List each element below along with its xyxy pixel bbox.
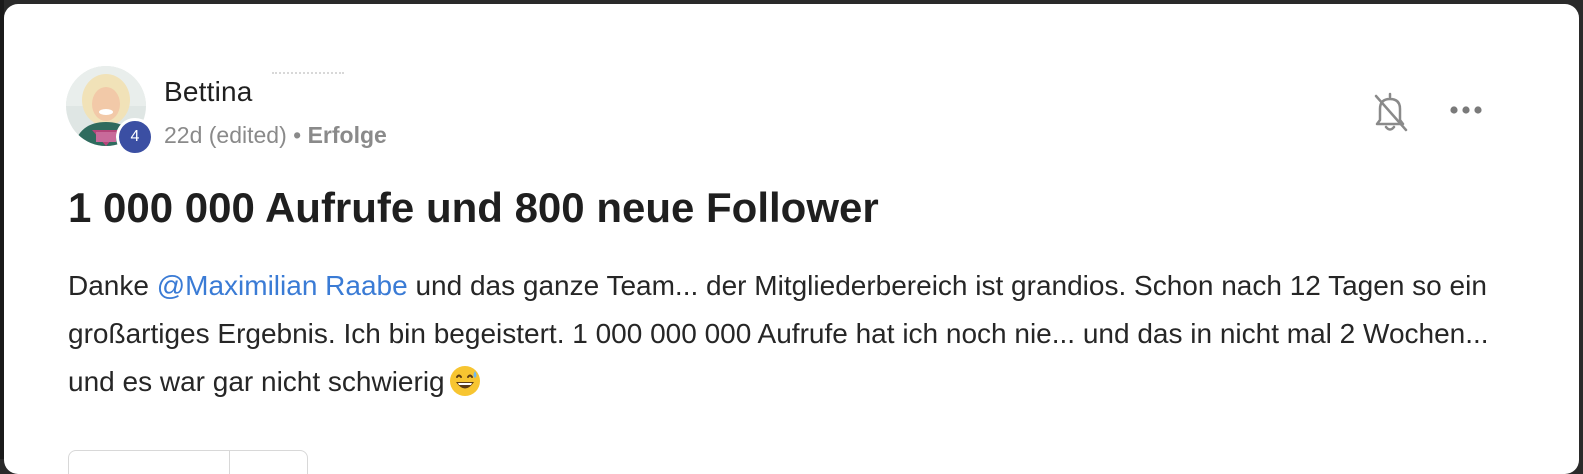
reaction-divider <box>229 451 230 474</box>
post-category[interactable]: Erfolge <box>308 122 387 148</box>
meta-separator: • <box>293 122 302 148</box>
user-mention-link[interactable]: @Maximilian Raabe <box>157 270 408 301</box>
post-meta: 22d (edited) • Erfolge <box>164 122 387 149</box>
body-text-start: Danke <box>68 270 157 301</box>
level-badge: 4 <box>116 118 154 156</box>
grinning-sweat-emoji-icon <box>449 366 480 396</box>
post-title: 1 000 000 Aufrufe und 800 neue Follower <box>68 184 879 231</box>
notification-toggle-button[interactable] <box>1370 90 1410 134</box>
more-options-button[interactable] <box>1446 98 1486 122</box>
author-name[interactable]: Bettina <box>164 76 253 108</box>
post-card: 4 Bettina 22d (edited) • Erfolge 1 000 0… <box>4 4 1579 474</box>
more-horizontal-icon <box>1450 106 1482 114</box>
edited-label: (edited) <box>208 122 287 148</box>
bell-off-icon <box>1374 92 1408 132</box>
post-time: 22d <box>164 122 203 148</box>
post-body: Danke @Maximilian Raabe und das ganze Te… <box>68 262 1508 406</box>
reaction-bar[interactable] <box>68 450 308 474</box>
name-placeholder-dots <box>272 72 344 78</box>
